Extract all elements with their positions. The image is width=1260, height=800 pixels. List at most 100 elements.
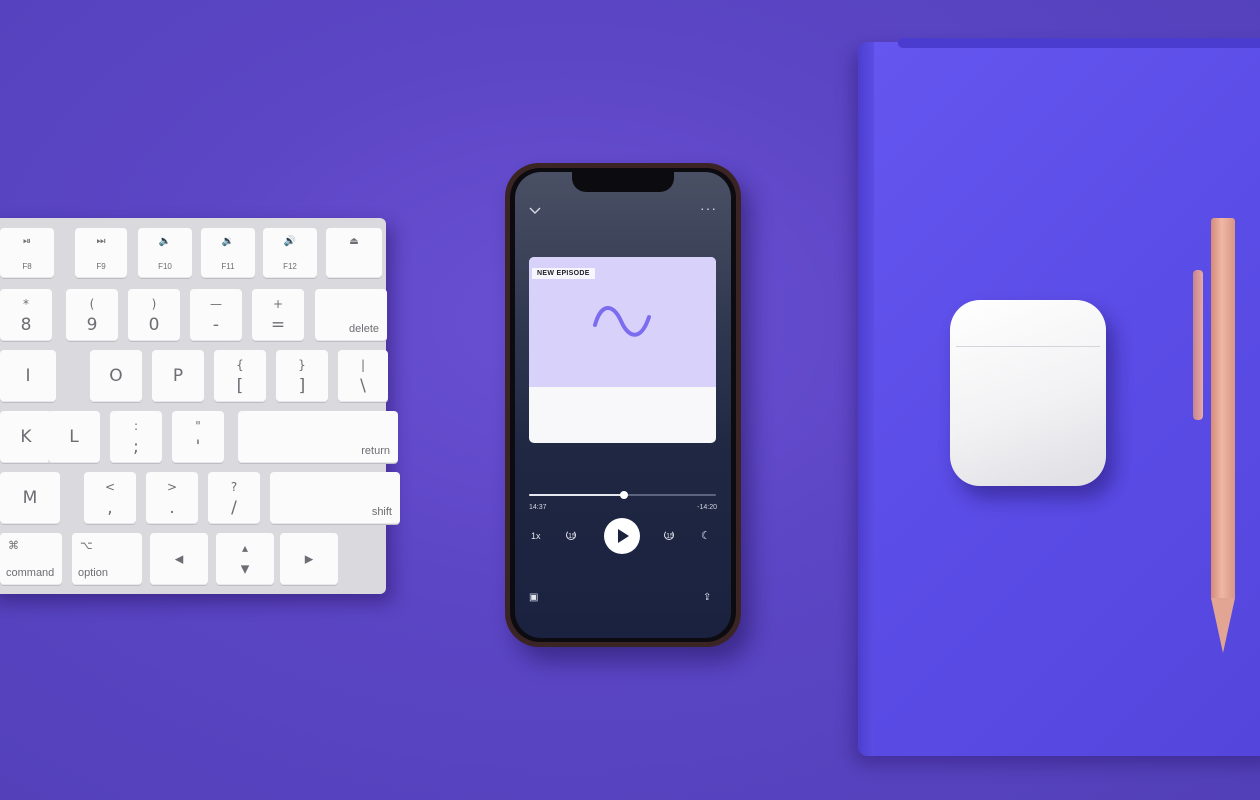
key-label: / <box>231 498 237 518</box>
keyboard-key: return <box>238 411 398 463</box>
remaining-time: -14:20 <box>697 504 717 511</box>
keyboard-key: L <box>48 411 100 463</box>
keyboard-key: ▸ <box>280 533 338 585</box>
key-label: . <box>169 498 175 518</box>
keyboard-key: O <box>90 350 142 402</box>
keyboard-key: K <box>0 411 52 463</box>
keyboard-key: shift <box>270 472 400 524</box>
key-label: { <box>236 358 244 372</box>
keyboard-key: ⏏ <box>326 228 382 278</box>
keyboard-key: ⌘ command <box>0 533 62 585</box>
key-label: } <box>298 358 306 372</box>
keyboard: ⏯ F8 ⏭ F9 🔈 F10 🔉 F11 🔊 F12 ⏏ * 8(9) 0— - + = delete I O P{[… <box>0 218 400 594</box>
keyboard-key: delete <box>315 289 387 341</box>
keyboard-key: (9 <box>66 289 118 341</box>
airpods-lid-seam <box>956 346 1100 347</box>
key-label: F12 <box>283 262 297 271</box>
keyboard-key: 🔊 F12 <box>263 228 317 278</box>
play-icon <box>618 529 629 543</box>
keyboard-key: | \ <box>338 350 388 402</box>
share-icon[interactable]: ⇪ <box>703 592 711 603</box>
key-label: ▾ <box>240 559 250 579</box>
keyboard-key: ▴ ▾ <box>216 533 274 585</box>
pen-clip <box>1193 270 1203 420</box>
key-label: + <box>272 297 284 311</box>
key-label: L <box>69 427 79 447</box>
key-label: ) <box>151 297 157 311</box>
sleep-timer-moon-icon[interactable]: ☾ <box>701 529 711 542</box>
key-label: F9 <box>96 262 106 271</box>
key-label: ( <box>89 297 95 311</box>
key-label: ⏏ <box>349 236 359 247</box>
key-label: shift <box>371 506 392 518</box>
key-label: ▸ <box>304 549 314 569</box>
phone-notch <box>572 172 674 192</box>
key-label: F10 <box>158 262 172 271</box>
key-label: 9 <box>86 315 98 335</box>
keyboard-key: ) 0 <box>128 289 180 341</box>
key-label: * <box>23 297 29 311</box>
keyboard-key: P <box>152 350 204 402</box>
key-label: [ <box>236 376 244 396</box>
skip-back-label: 15 <box>568 533 576 540</box>
key-label: = <box>270 315 286 335</box>
chevron-down-icon[interactable] <box>529 204 541 218</box>
keyboard-key: " ' <box>172 411 224 463</box>
keyboard-key: ◂ <box>150 533 208 585</box>
key-label: O <box>109 366 123 386</box>
play-button[interactable] <box>604 518 640 554</box>
new-episode-badge: NEW EPISODE <box>532 268 595 279</box>
keyboard-key: + = <box>252 289 304 341</box>
keyboard-key: M <box>0 472 60 524</box>
pen <box>1193 218 1239 658</box>
key-label: ⏯ <box>23 236 31 247</box>
phone: ··· NEW EPISODE 14:37 -14:20 1x 15 15 ☾ <box>505 163 741 647</box>
cast-device-icon[interactable]: ▣ <box>529 592 538 603</box>
keyboard-key: * 8 <box>0 289 52 341</box>
scrubber-fill <box>529 494 625 496</box>
key-label: ' <box>195 437 201 457</box>
skip-forward-button[interactable]: 15 <box>661 528 679 544</box>
key-label: — <box>210 297 222 311</box>
playback-speed-button[interactable]: 1x <box>531 531 541 541</box>
keyboard-key: — - <box>190 289 242 341</box>
key-label: K <box>20 427 32 447</box>
skip-back-button[interactable]: 15 <box>563 528 581 544</box>
key-label: F11 <box>221 262 235 271</box>
pen-tip <box>1211 598 1235 653</box>
key-label: \ <box>360 376 366 396</box>
key-label: F8 <box>22 262 32 271</box>
elapsed-time: 14:37 <box>529 504 547 511</box>
key-label: 🔈 <box>158 236 172 247</box>
key-label: " <box>195 419 201 433</box>
podcast-player-screen: ··· NEW EPISODE 14:37 -14:20 1x 15 15 ☾ <box>515 172 731 638</box>
skip-forward-label: 15 <box>666 533 674 540</box>
key-label: - <box>212 315 220 335</box>
scrubber-handle[interactable] <box>620 491 629 499</box>
key-label: 🔊 <box>283 236 297 247</box>
key-label: ⌥ <box>80 540 93 552</box>
key-label: option <box>78 567 108 579</box>
keyboard-key: I <box>0 350 56 402</box>
keyboard-key: 🔉 F11 <box>201 228 255 278</box>
key-label: command <box>6 567 55 579</box>
keyboard-key: ⌥ option <box>72 533 142 585</box>
airpods-case <box>950 300 1106 486</box>
episode-artwork: NEW EPISODE <box>529 257 716 443</box>
key-label: M <box>22 488 38 508</box>
key-label: return <box>361 445 390 457</box>
pen-body <box>1211 218 1235 598</box>
keyboard-key: >. <box>146 472 198 524</box>
key-label: P <box>172 366 184 386</box>
keyboard-key: {[ <box>214 350 266 402</box>
key-label: ] <box>298 376 306 396</box>
keyboard-key: 🔈 F10 <box>138 228 192 278</box>
key-label: < <box>104 480 116 494</box>
playback-scrubber[interactable] <box>529 489 716 501</box>
keyboard-key: }] <box>276 350 328 402</box>
more-icon[interactable]: ··· <box>700 200 717 216</box>
keyboard-key: <, <box>84 472 136 524</box>
key-label: | <box>360 358 366 372</box>
key-label: , <box>107 498 113 518</box>
key-label: 0 <box>148 315 160 335</box>
